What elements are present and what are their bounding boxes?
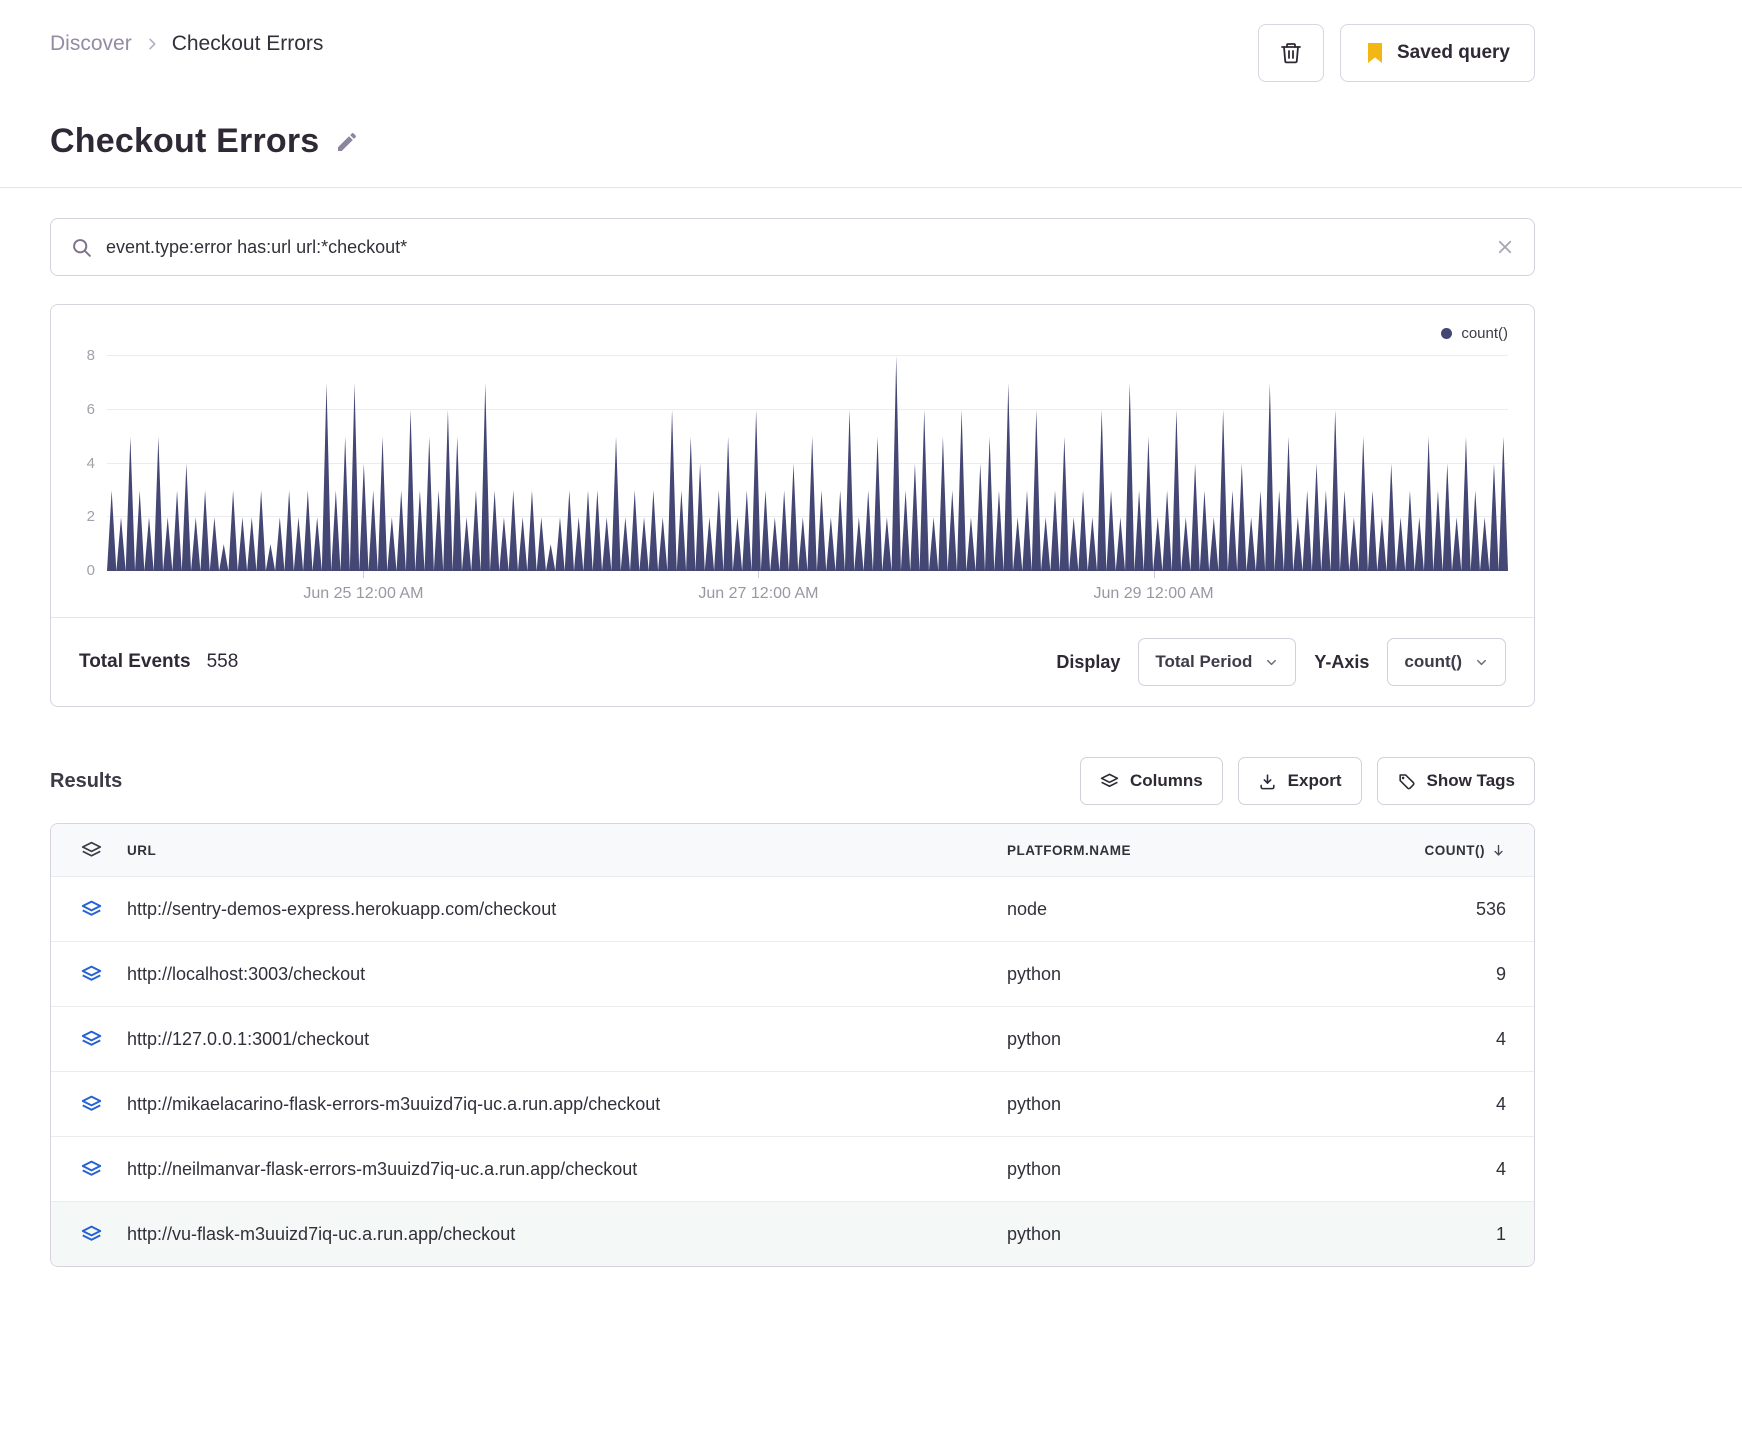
- x-tick-label: Jun 29 12:00 AM: [1093, 585, 1214, 602]
- display-label: Display: [1056, 651, 1121, 672]
- yaxis-label: Y-Axis: [1314, 651, 1370, 672]
- layers-icon: [81, 1159, 103, 1180]
- search-input[interactable]: [106, 236, 1482, 258]
- row-count-value: 4: [1495, 1093, 1506, 1114]
- table-header-row: URL PLATFORM.NAME COUNT(): [51, 824, 1534, 876]
- download-icon: [1258, 772, 1277, 791]
- row-url-link[interactable]: http://vu-flask-m3uuizd7iq-uc.a.run.app/…: [127, 1224, 1007, 1245]
- title-row: Checkout Errors: [50, 122, 1535, 187]
- top-bar: Discover Checkout Errors Saved query: [50, 24, 1535, 82]
- results-heading: Results: [50, 769, 123, 792]
- export-button[interactable]: Export: [1237, 757, 1362, 805]
- layers-icon: [81, 1094, 103, 1115]
- export-button-label: Export: [1287, 771, 1342, 790]
- table-row[interactable]: http://neilmanvar-flask-errors-m3uuizd7i…: [51, 1136, 1534, 1201]
- count-header-label: COUNT(): [1424, 842, 1485, 858]
- saved-query-label: Saved query: [1397, 42, 1510, 63]
- row-count-value: 536: [1475, 898, 1506, 919]
- events-chart-card: count() 0 2 4 6 8 Jun 25 12:00 AM Jun 27 12:0…: [50, 304, 1535, 707]
- row-platform-value: python: [1007, 963, 1062, 984]
- breadcrumb-discover[interactable]: Discover: [50, 32, 132, 56]
- search-icon: [71, 237, 92, 258]
- x-tick-label: Jun 25 12:00 AM: [303, 585, 424, 602]
- layers-icon: [81, 1029, 103, 1050]
- layers-icon: [81, 964, 103, 985]
- y-tick-label: 4: [86, 454, 95, 472]
- chevron-down-icon: [1474, 655, 1489, 670]
- column-header-url[interactable]: URL: [127, 843, 1007, 858]
- legend-label: count(): [1461, 325, 1508, 342]
- row-url-link[interactable]: http://sentry-demos-express.herokuapp.co…: [127, 899, 1007, 920]
- row-url-link[interactable]: http://neilmanvar-flask-errors-m3uuizd7i…: [127, 1159, 1007, 1180]
- bookmark-icon: [1365, 42, 1385, 64]
- row-platform-value: node: [1007, 898, 1048, 919]
- chart-footer: Total Events 558 Display Total Period Y-…: [51, 617, 1534, 706]
- row-platform-value: python: [1007, 1158, 1062, 1179]
- legend-dot-icon: [1441, 328, 1453, 339]
- y-tick-label: 0: [86, 562, 95, 579]
- count-series: [107, 356, 1508, 571]
- trash-icon: [1279, 41, 1303, 65]
- row-url-link[interactable]: http://127.0.0.1:3001/checkout: [127, 1029, 1007, 1050]
- display-dropdown-value: Total Period: [1155, 652, 1253, 671]
- column-header-count[interactable]: COUNT(): [1396, 843, 1506, 858]
- row-count-value: 9: [1495, 963, 1506, 984]
- chart-legend: count(): [51, 305, 1534, 342]
- header-divider: [0, 187, 1742, 188]
- edit-title-icon[interactable]: [335, 130, 359, 154]
- row-count-value: 4: [1495, 1158, 1506, 1179]
- total-events-value: 558: [206, 651, 239, 672]
- table-body: http://sentry-demos-express.herokuapp.co…: [51, 876, 1534, 1266]
- breadcrumb: Discover Checkout Errors: [50, 24, 323, 56]
- show-tags-button[interactable]: Show Tags: [1376, 757, 1535, 805]
- row-count-value: 1: [1495, 1223, 1506, 1244]
- layers-icon: [81, 899, 103, 920]
- row-url-link[interactable]: http://localhost:3003/checkout: [127, 964, 1007, 985]
- row-platform-value: python: [1007, 1028, 1062, 1049]
- table-row[interactable]: http://sentry-demos-express.herokuapp.co…: [51, 876, 1534, 941]
- yaxis-dropdown[interactable]: count(): [1387, 638, 1506, 686]
- y-tick-label: 2: [86, 508, 95, 526]
- results-actions: Columns Export Show Tags: [1079, 757, 1535, 805]
- chart-x-axis: Jun 25 12:00 AM Jun 27 12:00 AM Jun 29 12:…: [107, 571, 1508, 617]
- total-events-label: Total Events: [79, 651, 191, 672]
- y-tick-label: 6: [86, 400, 95, 418]
- x-tick-label: Jun 27 12:00 AM: [698, 585, 819, 602]
- row-url-link[interactable]: http://mikaelacarino-flask-errors-m3uuiz…: [127, 1094, 1007, 1115]
- y-tick-label: 8: [86, 347, 95, 364]
- total-events: Total Events 558: [79, 651, 238, 673]
- clear-search-icon[interactable]: [1496, 238, 1514, 256]
- layers-icon: [1100, 772, 1119, 791]
- chart-controls: Display Total Period Y-Axis count(): [1056, 638, 1506, 686]
- row-platform-value: python: [1007, 1093, 1062, 1114]
- tag-icon: [1397, 772, 1416, 791]
- yaxis-dropdown-value: count(): [1404, 652, 1462, 671]
- columns-button[interactable]: Columns: [1079, 757, 1223, 805]
- results-table: URL PLATFORM.NAME COUNT() http://sentry-…: [50, 823, 1535, 1267]
- delete-query-button[interactable]: [1258, 24, 1324, 82]
- chevron-down-icon: [1264, 655, 1279, 670]
- row-platform-value: python: [1007, 1223, 1062, 1244]
- chart-plot: 0 2 4 6 8: [87, 347, 1508, 579]
- saved-query-button[interactable]: Saved query: [1340, 24, 1535, 82]
- sort-desc-icon: [1491, 843, 1506, 858]
- table-row[interactable]: http://vu-flask-m3uuizd7iq-uc.a.run.app/…: [51, 1201, 1534, 1266]
- table-row[interactable]: http://127.0.0.1:3001/checkout python 4: [51, 1006, 1534, 1071]
- show-tags-button-label: Show Tags: [1426, 771, 1515, 790]
- column-header-platform[interactable]: PLATFORM.NAME: [1007, 843, 1396, 858]
- layers-icon: [81, 1224, 103, 1245]
- layers-icon: [81, 840, 103, 861]
- chevron-right-icon: [144, 36, 160, 52]
- columns-button-label: Columns: [1129, 771, 1203, 790]
- top-actions: Saved query: [1258, 24, 1535, 82]
- breadcrumb-current: Checkout Errors: [171, 32, 324, 55]
- search-bar: [50, 218, 1535, 276]
- row-count-value: 4: [1495, 1028, 1506, 1049]
- discover-page: Discover Checkout Errors Saved query Che…: [50, 0, 1535, 187]
- display-dropdown[interactable]: Total Period: [1138, 638, 1297, 686]
- table-row[interactable]: http://localhost:3003/checkout python 9: [51, 941, 1534, 1006]
- results-header: Results Columns Export Show Tags: [50, 757, 1535, 805]
- page-title: Checkout Errors: [50, 122, 320, 160]
- table-row[interactable]: http://mikaelacarino-flask-errors-m3uuiz…: [51, 1071, 1534, 1136]
